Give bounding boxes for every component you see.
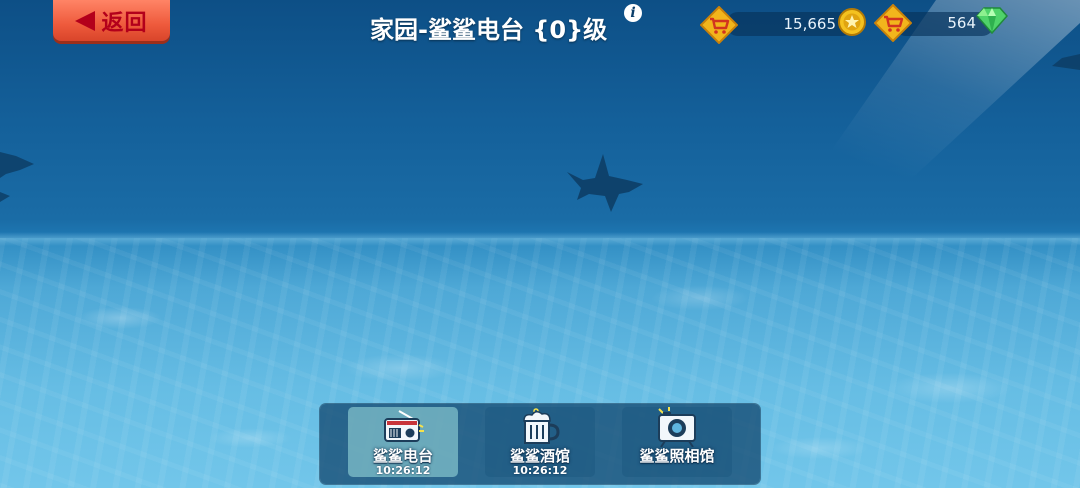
gem-count: 564	[947, 14, 976, 32]
water-horizon	[0, 232, 1080, 246]
back-arrow-icon	[75, 10, 96, 31]
shark-silhouette-right	[1052, 54, 1080, 70]
back-button-label: 返回	[101, 10, 148, 36]
coin-count: 15,665	[783, 15, 837, 33]
dock-item-timer: 10:26:12	[375, 464, 431, 477]
coin-icon	[838, 8, 866, 36]
dock-item-shark-radio[interactable]: 鲨鲨电台 10:26:12	[348, 407, 458, 477]
camera-icon	[658, 407, 696, 447]
buy-coins-cart-button[interactable]	[700, 6, 738, 44]
shark-silhouette-center	[567, 154, 643, 212]
dock-item-timer: 10:26:12	[512, 464, 568, 477]
radio-icon	[384, 410, 424, 442]
gem-icon	[976, 7, 1008, 34]
beer-mug-icon	[523, 408, 560, 444]
dock-item-label: 鲨鲨电台	[372, 447, 433, 465]
underwater-scene: 返回 家园-鲨鲨电台 {0}级 i 15,665 564 鲨鲨电台 10:26:…	[0, 0, 1080, 488]
dock-item-label: 鲨鲨酒馆	[509, 447, 570, 465]
shark-silhouette-left	[0, 152, 34, 202]
buy-gems-cart-button[interactable]	[874, 4, 912, 42]
info-icon[interactable]: i	[624, 4, 642, 22]
dock-item-shark-photo-studio[interactable]: 鲨鲨照相馆	[622, 407, 732, 477]
dock-item-shark-tavern[interactable]: 鲨鲨酒馆 10:26:12	[485, 407, 595, 477]
page-title: 家园-鲨鲨电台 {0}级	[370, 16, 608, 44]
back-button[interactable]: 返回	[53, 0, 170, 41]
dock-item-label: 鲨鲨照相馆	[639, 447, 715, 465]
